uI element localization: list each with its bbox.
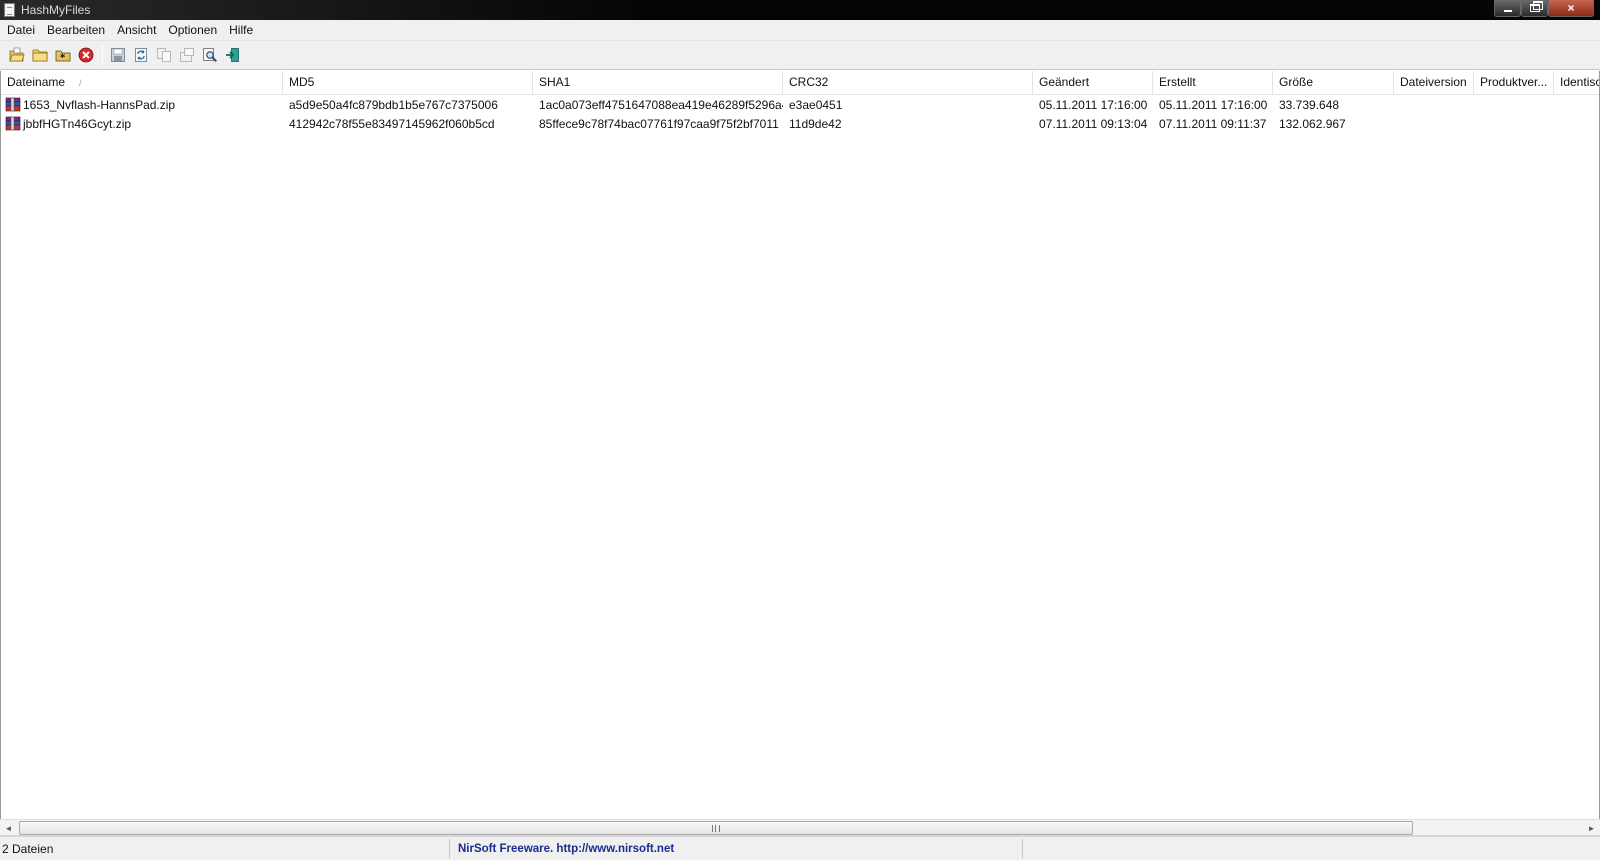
column-header-produktversion[interactable]: Produktver... <box>1474 71 1554 95</box>
find-icon <box>203 48 218 63</box>
maximize-button[interactable] <box>1521 0 1548 17</box>
menu-optionen[interactable]: Optionen <box>162 21 223 40</box>
cell-crc32: e3ae0451 <box>789 98 843 112</box>
svg-text:*: * <box>60 53 66 64</box>
cell-sha1: 85ffece9c78f74bac07761f97caa9f75f2bf7011 <box>539 117 779 131</box>
toolbar-separator <box>102 45 103 65</box>
scroll-right-button[interactable]: ► <box>1583 820 1600 837</box>
column-header-md5[interactable]: MD5 <box>283 71 533 95</box>
column-header-dateiversion[interactable]: Dateiversion <box>1394 71 1474 95</box>
scrollbar-thumb[interactable] <box>19 821 1413 835</box>
menu-bar: Datei Bearbeiten Ansicht Optionen Hilfe <box>0 20 1600 41</box>
cell-modified: 07.11.2011 09:13:04 <box>1039 117 1148 131</box>
app-icon <box>4 3 15 17</box>
status-file-count: 2 Dateien <box>0 839 450 859</box>
open-folder-button[interactable] <box>29 44 51 66</box>
column-header-sha1[interactable]: SHA1 <box>533 71 783 95</box>
delete-icon <box>78 47 94 63</box>
grip-icon <box>712 825 720 832</box>
column-header-groesse[interactable]: Größe <box>1273 71 1394 95</box>
cell-modified: 05.11.2011 17:16:00 <box>1039 98 1148 112</box>
exit-button[interactable] <box>222 44 244 66</box>
file-list[interactable]: Dateiname / MD5 SHA1 CRC32 Geändert Erste… <box>0 71 1600 819</box>
properties-icon <box>180 48 194 62</box>
properties-button[interactable] <box>176 44 198 66</box>
cell-created: 05.11.2011 17:16:00 <box>1159 98 1268 112</box>
arrow-left-icon: ◄ <box>4 824 13 833</box>
close-button[interactable]: × <box>1548 0 1594 17</box>
minimize-icon <box>1503 10 1512 12</box>
cell-size: 33.739.648 <box>1279 98 1340 112</box>
column-header-geaendert[interactable]: Geändert <box>1033 71 1153 95</box>
toolbar: * <box>0 41 1600 70</box>
cell-md5: 412942c78f55e83497145962f060b5cd <box>289 117 495 131</box>
list-header: Dateiname / MD5 SHA1 CRC32 Geändert Erste… <box>1 71 1599 95</box>
app-window: HashMyFiles × Datei Bearbeiten Ansicht O… <box>0 0 1600 860</box>
cell-filename: jbbfHGTn46Gcyt.zip <box>23 117 132 131</box>
title-bar: HashMyFiles × <box>0 0 1600 20</box>
add-files-icon: * <box>55 50 71 64</box>
nirsoft-link[interactable]: NirSoft Freeware. http://www.nirsoft.net <box>450 839 1023 859</box>
menu-datei[interactable]: Datei <box>1 21 41 40</box>
exit-icon <box>226 48 239 62</box>
find-button[interactable] <box>199 44 221 66</box>
refresh-button[interactable] <box>130 44 152 66</box>
add-files-button[interactable]: * <box>52 44 74 66</box>
horizontal-scrollbar[interactable]: ◄ ► <box>0 819 1600 836</box>
column-header-dateiname[interactable]: Dateiname / <box>1 71 283 95</box>
column-header-erstellt[interactable]: Erstellt <box>1153 71 1273 95</box>
refresh-icon <box>135 48 147 62</box>
table-row[interactable]: jbbfHGTn46Gcyt.zip 412942c78f55e83497145… <box>1 115 1599 134</box>
cell-filename: 1653_Nvflash-HannsPad.zip <box>23 98 176 112</box>
copy-button[interactable] <box>153 44 175 66</box>
column-header-crc32[interactable]: CRC32 <box>783 71 1033 95</box>
menu-ansicht[interactable]: Ansicht <box>111 21 162 40</box>
save-button[interactable] <box>107 44 129 66</box>
copy-icon <box>157 48 171 62</box>
window-title: HashMyFiles <box>21 3 91 17</box>
minimize-button[interactable] <box>1494 0 1521 17</box>
open-files-icon <box>9 47 25 62</box>
cell-md5: a5d9e50a4fc879bdb1b5e767c7375006 <box>289 98 498 112</box>
open-folder-icon <box>32 49 48 62</box>
open-files-button[interactable] <box>6 44 28 66</box>
sort-indicator-icon: / <box>79 78 82 88</box>
menu-hilfe[interactable]: Hilfe <box>223 21 259 40</box>
column-label: Dateiname <box>7 75 66 89</box>
delete-button[interactable] <box>75 44 97 66</box>
cell-sha1: 1ac0a073eff4751647088ea419e46289f5296a44 <box>539 98 783 112</box>
maximize-icon <box>1529 1 1543 12</box>
cell-crc32: 11d9de42 <box>789 117 842 131</box>
cell-created: 07.11.2011 09:11:37 <box>1159 117 1267 131</box>
table-row[interactable]: 1653_Nvflash-HannsPad.zip a5d9e50a4fc879… <box>1 96 1599 115</box>
column-header-identisch[interactable]: Identisc <box>1554 71 1599 95</box>
status-bar: 2 Dateien NirSoft Freeware. http://www.n… <box>0 836 1600 860</box>
window-controls: × <box>1494 0 1594 17</box>
cell-size: 132.062.967 <box>1279 117 1346 131</box>
close-icon: × <box>1567 1 1575 15</box>
menu-bearbeiten[interactable]: Bearbeiten <box>41 21 111 40</box>
arrow-right-icon: ► <box>1587 824 1596 833</box>
save-icon <box>111 48 125 62</box>
scroll-left-button[interactable]: ◄ <box>0 820 17 837</box>
